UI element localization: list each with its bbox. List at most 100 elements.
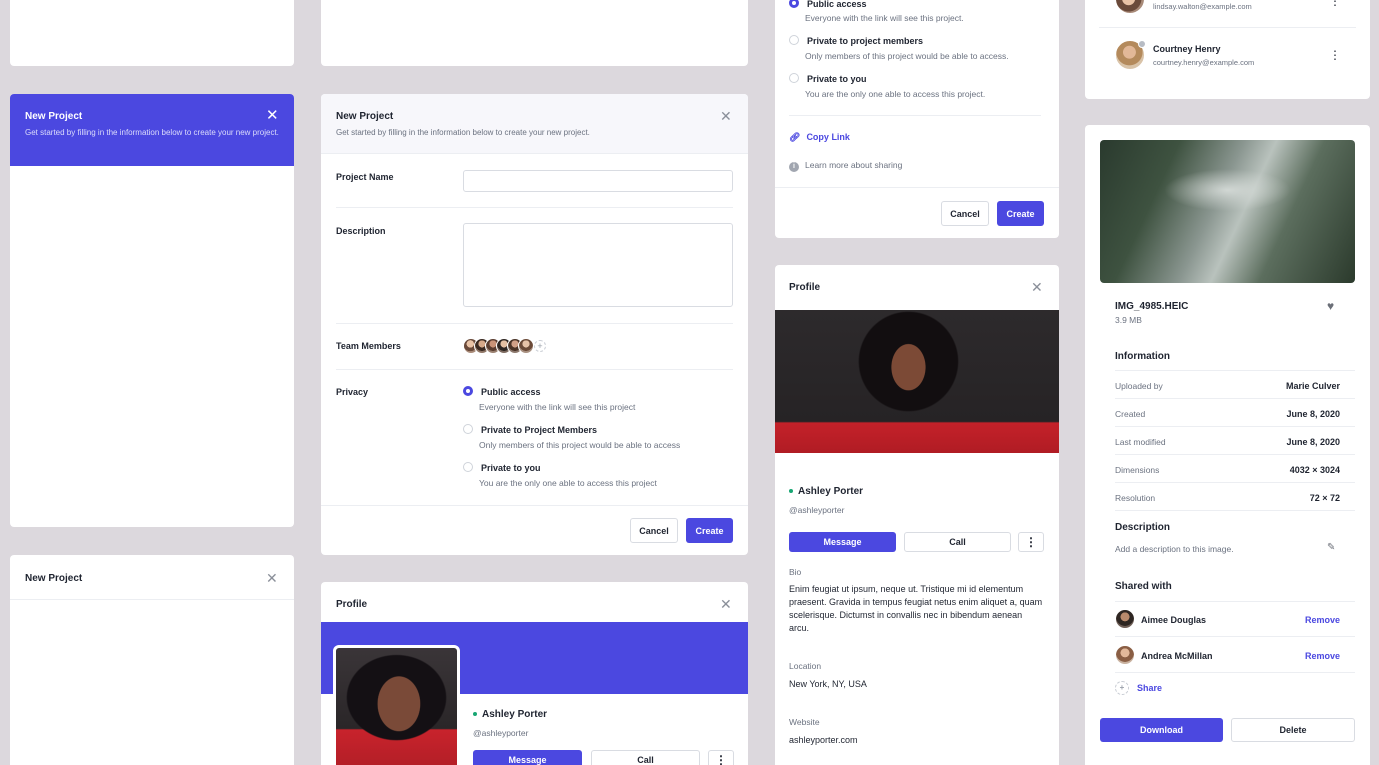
- pencil-icon[interactable]: ✎: [1327, 542, 1335, 553]
- add-member-button[interactable]: +: [534, 340, 546, 352]
- message-button[interactable]: Message: [473, 750, 582, 765]
- more-options-button[interactable]: ⋮: [708, 750, 734, 765]
- divider: [1115, 636, 1355, 637]
- privacy-radio-public[interactable]: [463, 386, 473, 396]
- privacy-radio-members[interactable]: [463, 424, 473, 434]
- divider: [321, 505, 748, 506]
- info-row-label: Last modified: [1115, 437, 1166, 447]
- divider: [1099, 27, 1356, 28]
- description-heading: Description: [1115, 522, 1171, 533]
- info-icon: i: [789, 162, 799, 172]
- info-row-label: Dimensions: [1115, 465, 1160, 475]
- website-value[interactable]: ashleyporter.com: [789, 735, 858, 745]
- more-options-button[interactable]: ⋮: [1018, 532, 1044, 552]
- slideover-title: New Project: [25, 111, 83, 122]
- close-icon[interactable]: ✕: [266, 108, 279, 123]
- description-placeholder[interactable]: Add a description to this image.: [1115, 544, 1234, 554]
- create-button[interactable]: Create: [686, 518, 733, 543]
- privacy-option-desc: Everyone with the link will see this pro…: [479, 402, 636, 412]
- divider: [10, 599, 294, 600]
- remove-share-link[interactable]: Remove: [1305, 615, 1340, 625]
- shared-with-heading: Shared with: [1115, 581, 1172, 592]
- create-button[interactable]: Create: [997, 201, 1044, 226]
- call-button[interactable]: Call: [591, 750, 700, 765]
- privacy-option-label: Private to you: [481, 463, 541, 473]
- info-row-label: Created: [1115, 409, 1146, 419]
- shared-user-name: Andrea McMillan: [1141, 651, 1213, 661]
- cancel-button[interactable]: Cancel: [941, 201, 989, 226]
- profile-handle: @ashleyporter: [473, 728, 529, 738]
- divider: [336, 369, 733, 370]
- divider: [1115, 510, 1355, 511]
- modal-subtitle: Get started by filling in the informatio…: [336, 128, 590, 137]
- heart-icon[interactable]: ♥: [1327, 299, 1334, 313]
- shared-user-name: Aimee Douglas: [1141, 615, 1207, 625]
- description-label: Description: [336, 226, 386, 236]
- blank-panel-top-left: [10, 0, 294, 66]
- privacy-option-desc: Only members of this project would be ab…: [479, 440, 681, 450]
- share-radio-public[interactable]: [789, 0, 799, 8]
- share-radio-members[interactable]: [789, 35, 799, 45]
- file-preview-image: [1100, 140, 1355, 283]
- info-row-label: Uploaded by: [1115, 381, 1163, 391]
- share-radio-private[interactable]: [789, 73, 799, 83]
- copy-link[interactable]: 🔗︎ Copy Link: [789, 132, 850, 143]
- share-action[interactable]: + Share: [1115, 681, 1162, 695]
- share-option-desc: Only members of this project would be ab…: [805, 51, 1009, 61]
- new-project-slideover-plain: New Project ✕: [10, 555, 294, 765]
- file-size: 3.9 MB: [1115, 315, 1142, 325]
- information-heading: Information: [1115, 351, 1170, 362]
- cancel-button[interactable]: Cancel: [630, 518, 678, 543]
- divider: [789, 115, 1041, 116]
- contact-online-indicator: [1138, 40, 1146, 48]
- file-details-panel: IMG_4985.HEIC 3.9 MB ♥ Information Uploa…: [1085, 125, 1370, 765]
- profile-name: Ashley Porter: [473, 709, 547, 720]
- privacy-radio-private[interactable]: [463, 462, 473, 472]
- profile-photo: [333, 645, 460, 765]
- team-member-avatar[interactable]: [518, 338, 534, 354]
- profile-name: Ashley Porter: [789, 486, 863, 497]
- copy-link-label: Copy Link: [806, 132, 850, 142]
- call-button[interactable]: Call: [904, 532, 1011, 552]
- divider: [336, 323, 733, 324]
- shared-user-avatar: [1115, 609, 1135, 629]
- file-name: IMG_4985.HEIC: [1115, 301, 1189, 312]
- sharing-settings-panel: Public access Everyone with the link wil…: [775, 0, 1059, 238]
- delete-button[interactable]: Delete: [1231, 718, 1355, 742]
- message-button[interactable]: Message: [789, 532, 896, 552]
- modal-header: [321, 94, 748, 154]
- contacts-panel: lindsay.walton@example.com ⋮ Courtney He…: [1085, 0, 1370, 99]
- description-textarea[interactable]: [463, 223, 733, 307]
- close-icon[interactable]: ✕: [720, 109, 732, 123]
- info-row-value: Marie Culver: [1285, 381, 1340, 391]
- plus-icon: +: [1115, 681, 1129, 695]
- privacy-option-label: Public access: [481, 387, 541, 397]
- divider: [1115, 454, 1355, 455]
- divider: [775, 187, 1059, 188]
- profile-photo: [775, 310, 1059, 453]
- download-button[interactable]: Download: [1100, 718, 1223, 742]
- learn-more-label: Learn more about sharing: [805, 160, 903, 170]
- divider: [1115, 601, 1355, 602]
- remove-share-link[interactable]: Remove: [1305, 651, 1340, 661]
- learn-more-sharing[interactable]: i Learn more about sharing: [789, 160, 902, 172]
- info-row-value: 4032 × 3024: [1289, 465, 1340, 475]
- location-label: Location: [789, 661, 822, 671]
- project-name-input[interactable]: [463, 170, 733, 192]
- close-icon[interactable]: ✕: [1031, 280, 1043, 294]
- online-status-dot: [789, 489, 793, 494]
- privacy-option-desc: You are the only one able to access this…: [479, 478, 657, 488]
- slideover-title: New Project: [25, 573, 83, 584]
- blank-panel-top-middle: [321, 0, 748, 66]
- profile-handle: @ashleyporter: [789, 505, 845, 515]
- slideover-subtitle: Get started by filling in the informatio…: [25, 128, 279, 137]
- close-icon[interactable]: ✕: [720, 597, 732, 611]
- link-icon: 🔗︎: [789, 132, 801, 142]
- close-icon[interactable]: ✕: [266, 571, 278, 585]
- profile-name-text: Ashley Porter: [798, 486, 864, 497]
- info-row-value: June 8, 2020: [1286, 409, 1340, 419]
- contact-more-options-icon[interactable]: ⋮: [1329, 0, 1341, 8]
- modal-title: Profile: [336, 599, 368, 610]
- contact-more-options-icon[interactable]: ⋮: [1329, 48, 1341, 62]
- project-name-label: Project Name: [336, 172, 394, 182]
